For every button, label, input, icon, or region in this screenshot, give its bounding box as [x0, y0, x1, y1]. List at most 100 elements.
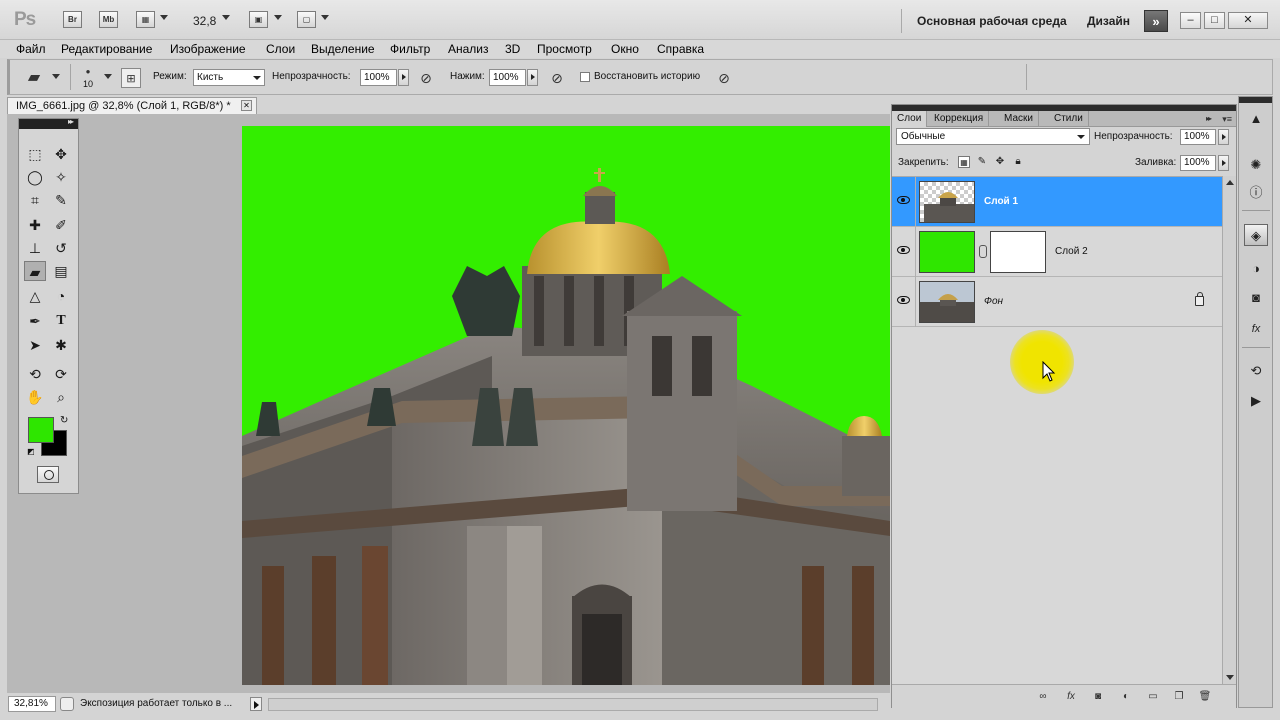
move-tool-icon[interactable]: ✥ — [50, 144, 72, 164]
pen-tool-icon[interactable]: ✒ — [24, 311, 46, 331]
foreground-color-swatch[interactable] — [28, 417, 54, 443]
menu-select[interactable]: Выделение — [311, 42, 375, 56]
zoom-level[interactable]: 32,8 — [193, 14, 216, 28]
layers-scrollbar[interactable] — [1222, 176, 1236, 684]
layer-name[interactable]: Слой 2 — [1055, 246, 1088, 257]
brush-tool-icon[interactable]: ✐ — [50, 215, 72, 235]
chevron-down-icon[interactable] — [160, 15, 168, 20]
chevron-down-icon[interactable] — [274, 15, 282, 20]
fill-slider-button[interactable] — [1218, 155, 1229, 171]
3d-rotate-tool-icon[interactable]: ⟲ — [24, 364, 46, 384]
document-info-icon[interactable] — [60, 697, 74, 711]
layer-row[interactable]: Слой 1 — [892, 177, 1222, 227]
new-layer-icon[interactable]: ❐ — [1171, 690, 1187, 704]
quick-mask-button[interactable] — [37, 466, 59, 483]
status-menu-button[interactable] — [250, 697, 262, 711]
maximize-button[interactable]: □ — [1204, 12, 1225, 29]
layer-opacity-input[interactable]: 100% — [1180, 129, 1216, 145]
brush-panel-icon[interactable]: ⊞ — [121, 68, 141, 88]
gradient-tool-icon[interactable]: ▤ — [50, 261, 72, 281]
visibility-toggle[interactable] — [892, 227, 916, 277]
swap-colors-icon[interactable]: ↻ — [60, 415, 68, 426]
layer-opacity-slider-button[interactable] — [1218, 129, 1229, 145]
actions-icon[interactable]: ▶ — [1244, 389, 1268, 411]
tab-styles[interactable]: Стили — [1049, 111, 1089, 127]
layer-name[interactable]: Слой 1 — [984, 196, 1018, 207]
type-tool-icon[interactable]: T — [50, 311, 72, 331]
opacity-slider-button[interactable] — [398, 69, 409, 86]
workspace-design[interactable]: Дизайн — [1087, 14, 1130, 28]
layers-icon[interactable]: ◈ — [1244, 224, 1268, 246]
menu-edit[interactable]: Редактирование — [61, 42, 152, 56]
visibility-toggle[interactable] — [892, 177, 916, 227]
dodge-tool-icon[interactable]: ◔ — [50, 286, 72, 306]
airbrush-icon[interactable]: ⊘ — [547, 68, 567, 88]
screen-mode-button[interactable]: ▢ — [297, 11, 316, 28]
lock-pixels-icon[interactable]: ✎ — [976, 156, 988, 168]
chevron-down-icon[interactable] — [104, 74, 112, 79]
history-icon[interactable]: ⟲ — [1244, 359, 1268, 381]
zoom-tool-icon[interactable]: ⌕ — [50, 387, 72, 407]
default-colors-icon[interactable]: ◩ — [27, 447, 35, 456]
flow-input[interactable]: 100% — [489, 69, 526, 86]
add-mask-icon[interactable]: ◙ — [1090, 690, 1106, 704]
fill-input[interactable]: 100% — [1180, 155, 1216, 171]
workspace-essentials[interactable]: Основная рабочая среда — [917, 14, 1067, 28]
document-tab[interactable]: IMG_6661.jpg @ 32,8% (Слой 1, RGB/8*) * … — [7, 97, 257, 114]
marquee-tool-icon[interactable]: ⬚ — [24, 144, 46, 164]
layer-thumbnail[interactable] — [919, 231, 975, 273]
lock-position-icon[interactable]: ✥ — [994, 156, 1006, 168]
info-icon[interactable]: ⓘ — [1244, 181, 1268, 203]
chevron-down-icon[interactable] — [321, 15, 329, 20]
layer-row[interactable]: Фон — [892, 277, 1222, 327]
magic-wand-tool-icon[interactable]: ✧ — [50, 167, 72, 187]
eraser-preset-icon[interactable]: ▰ — [24, 68, 44, 88]
layer-thumbnail[interactable] — [919, 281, 975, 323]
menu-analysis[interactable]: Анализ — [448, 42, 489, 56]
history-brush-tool-icon[interactable]: ↺ — [50, 238, 72, 258]
hand-tool-icon[interactable]: ✋ — [24, 387, 46, 407]
tab-layers[interactable]: Слои — [892, 111, 928, 127]
menu-3d[interactable]: 3D — [505, 42, 520, 56]
chevron-down-icon[interactable] — [52, 74, 60, 79]
lasso-tool-icon[interactable]: ◯ — [24, 167, 46, 187]
link-layers-icon[interactable]: ∞ — [1035, 690, 1051, 704]
view-extras-button[interactable]: ▦ — [136, 11, 155, 28]
canvas[interactable] — [242, 126, 890, 685]
menu-file[interactable]: Файл — [16, 42, 46, 56]
adjustment-layer-icon[interactable]: ◐ — [1118, 690, 1134, 704]
menu-layer[interactable]: Слои — [266, 42, 295, 56]
layer-mask-thumbnail[interactable] — [990, 231, 1046, 273]
tab-masks[interactable]: Маски — [999, 111, 1039, 127]
histogram-icon[interactable]: ▲ — [1244, 107, 1268, 129]
blend-mode-select[interactable]: Обычные — [896, 128, 1090, 145]
eraser-tool-icon[interactable]: ▰ — [24, 261, 46, 281]
tab-adjustments[interactable]: Коррекция — [929, 111, 990, 127]
bridge-button[interactable]: Br — [63, 11, 82, 28]
pressure-size-icon[interactable]: ⊘ — [714, 68, 734, 88]
path-selection-tool-icon[interactable]: ➤ — [24, 335, 46, 355]
mode-select[interactable]: Кисть — [193, 69, 265, 86]
visibility-toggle[interactable] — [892, 277, 916, 327]
horizontal-scrollbar[interactable] — [268, 698, 878, 711]
minimize-button[interactable]: – — [1180, 12, 1201, 29]
link-icon[interactable] — [979, 245, 987, 258]
adjustments-icon[interactable]: ◑ — [1244, 257, 1268, 279]
blur-tool-icon[interactable]: △ — [24, 286, 46, 306]
dock-header[interactable] — [1239, 97, 1272, 103]
close-icon[interactable]: ✕ — [241, 100, 252, 111]
layer-thumbnail[interactable] — [919, 181, 975, 223]
menu-help[interactable]: Справка — [657, 42, 704, 56]
restore-history-checkbox[interactable] — [580, 72, 590, 82]
3d-orbit-tool-icon[interactable]: ⟳ — [50, 364, 72, 384]
menu-view[interactable]: Просмотр — [537, 42, 592, 56]
flow-slider-button[interactable] — [527, 69, 538, 86]
more-workspaces-button[interactable]: » — [1144, 10, 1168, 32]
fx-icon[interactable]: fx — [1063, 690, 1079, 704]
brush-size[interactable]: 10 — [83, 79, 93, 89]
navigator-icon[interactable]: ✺ — [1244, 153, 1268, 175]
lock-transparency-icon[interactable]: ▦ — [958, 156, 970, 168]
delete-layer-icon[interactable]: 🗑︎ — [1197, 690, 1213, 704]
menu-image[interactable]: Изображение — [170, 42, 246, 56]
menu-window[interactable]: Окно — [611, 42, 639, 56]
